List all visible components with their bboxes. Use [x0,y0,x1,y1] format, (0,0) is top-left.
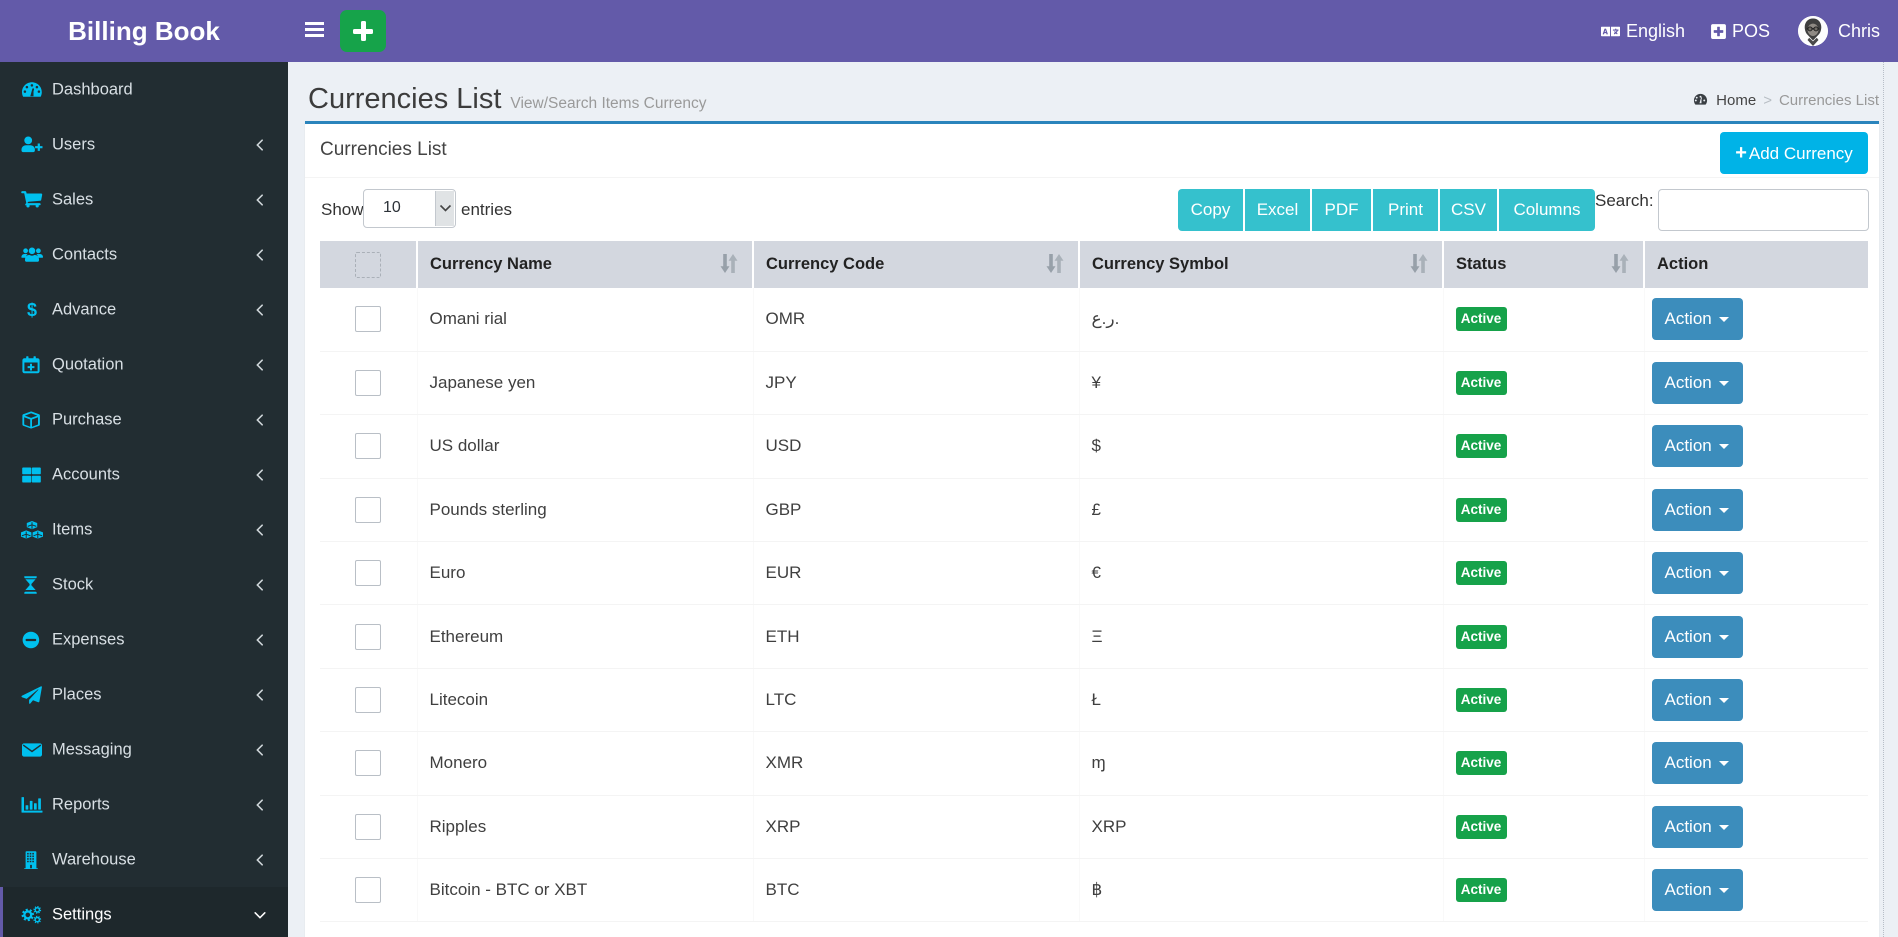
svg-text:$: $ [27,301,37,319]
